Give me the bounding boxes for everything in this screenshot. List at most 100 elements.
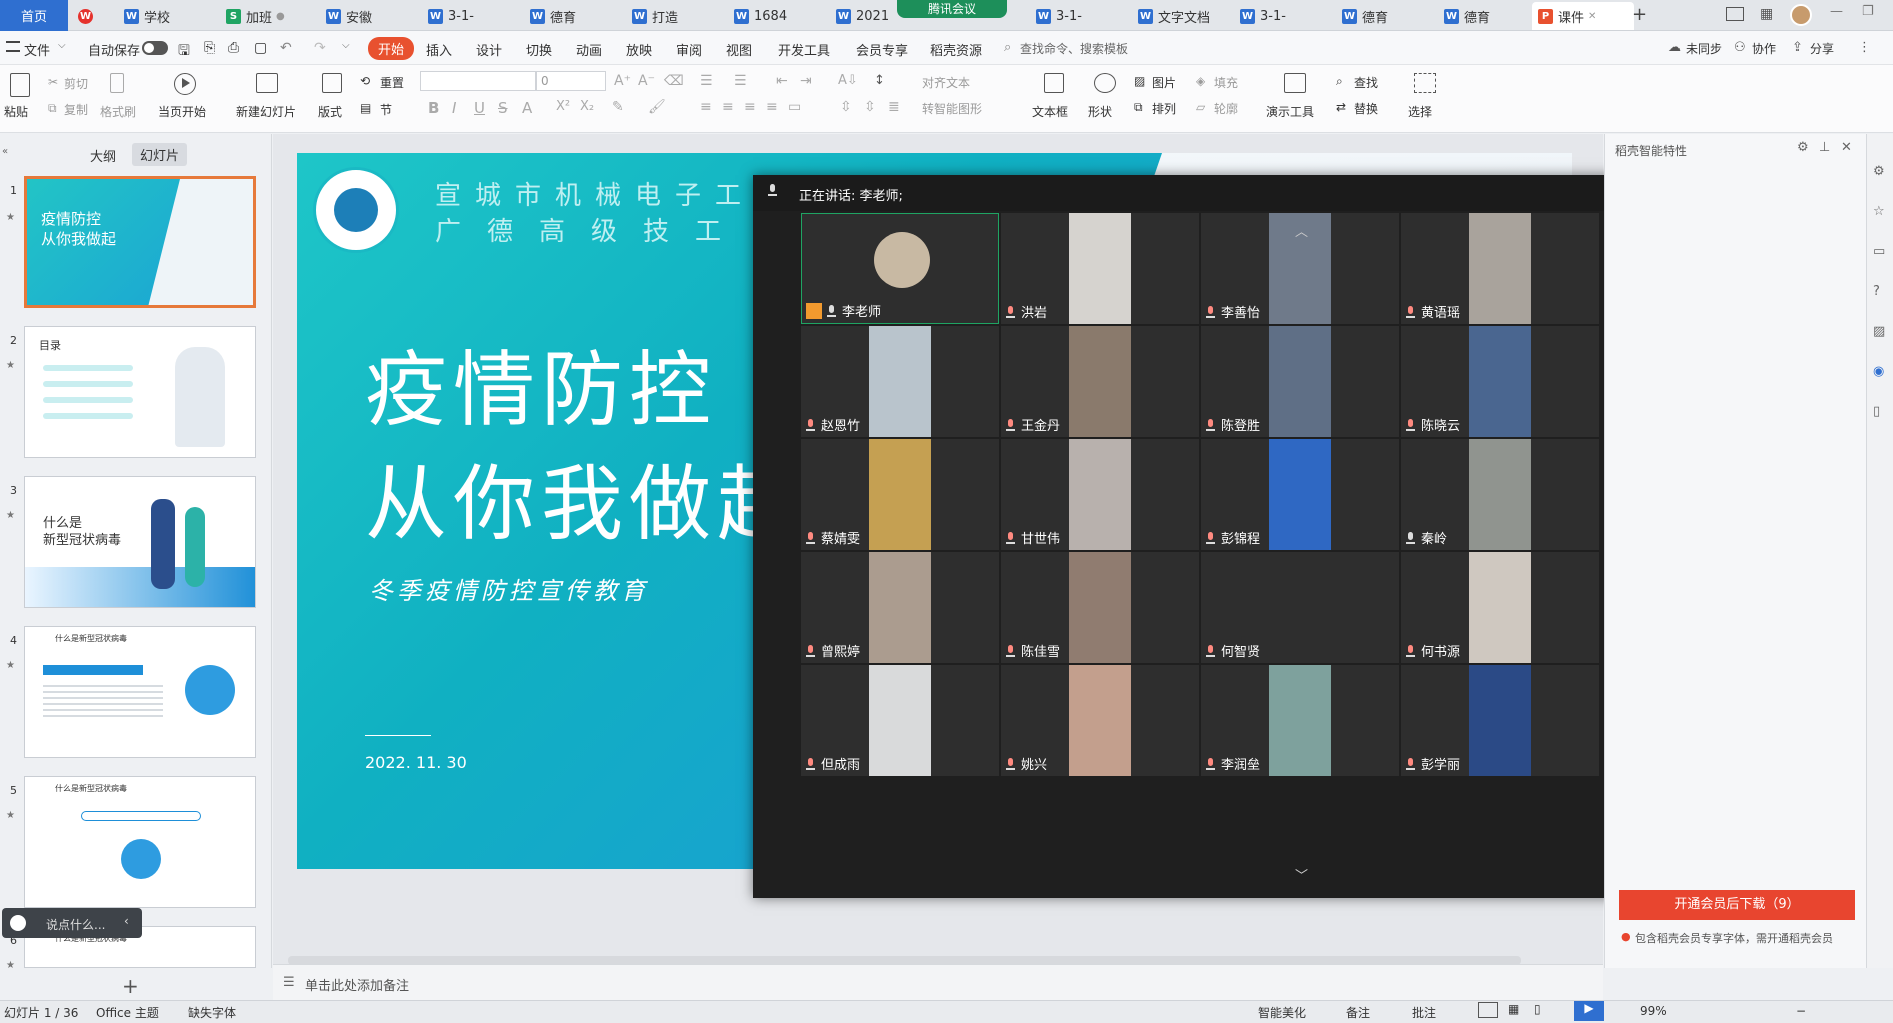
menu-slideshow[interactable]: 放映 bbox=[626, 40, 652, 59]
bullet-list-icon[interactable]: ☰ bbox=[700, 73, 713, 89]
replace-button[interactable]: 替换 bbox=[1354, 100, 1378, 117]
shape-button[interactable]: 形状 bbox=[1088, 103, 1112, 120]
chevron-left-icon[interactable]: ‹ bbox=[124, 914, 129, 928]
participant-tile[interactable]: 王金丹 bbox=[1001, 326, 1199, 437]
paragraph-spacing-icon[interactable]: ⇳ bbox=[840, 99, 852, 115]
strikethrough-icon[interactable]: S bbox=[498, 99, 508, 117]
menu-devtools[interactable]: 开发工具 bbox=[778, 40, 830, 59]
collapse-icon[interactable]: « bbox=[2, 146, 8, 157]
chat-input-overlay[interactable]: 说点什么... ‹ bbox=[2, 908, 142, 938]
property-icon[interactable]: ⚙ bbox=[1873, 164, 1885, 179]
align-text-button[interactable]: 对齐文本 bbox=[922, 74, 970, 91]
menu-animation[interactable]: 动画 bbox=[576, 40, 602, 59]
outline-button[interactable]: 轮廓 bbox=[1214, 100, 1238, 117]
copy-button[interactable]: 复制 bbox=[64, 101, 88, 118]
tab-slides[interactable]: 幻灯片 bbox=[132, 143, 188, 166]
export-icon[interactable]: ⎘ bbox=[204, 40, 215, 56]
select-button[interactable]: 选择 bbox=[1408, 103, 1432, 120]
paste-icon[interactable] bbox=[10, 73, 30, 97]
participant-tile[interactable]: 陈登胜 bbox=[1201, 326, 1399, 437]
chat-input[interactable]: 说点什么... bbox=[46, 916, 105, 933]
align-right-icon[interactable]: ≡ bbox=[744, 99, 756, 115]
menu-vip[interactable]: 会员专享 bbox=[856, 40, 908, 59]
participant-tile[interactable]: 姚兴 bbox=[1001, 665, 1199, 776]
notes-placeholder[interactable]: 单击此处添加备注 bbox=[305, 975, 409, 994]
autosave-toggle[interactable] bbox=[142, 41, 168, 55]
arrange-button[interactable]: 排列 bbox=[1152, 100, 1176, 117]
slide-thumbnail-3[interactable]: 什么是 新型冠状病毒 bbox=[24, 476, 256, 608]
chevron-down-icon[interactable]: ⌵ bbox=[58, 40, 66, 51]
beautify-button[interactable]: 智能美化 bbox=[1258, 1004, 1306, 1021]
tab-doc[interactable]: W 1684 bbox=[728, 2, 828, 30]
smartart-button[interactable]: 转智能图形 bbox=[922, 100, 982, 117]
participant-tile[interactable]: 彭锦程 bbox=[1201, 439, 1399, 550]
scroll-down-icon[interactable]: ﹀ bbox=[1295, 865, 1308, 884]
gear-icon[interactable]: ⚙ bbox=[1797, 140, 1809, 155]
slide-thumbnail-4[interactable]: 什么是新型冠状病毒 bbox=[24, 626, 256, 758]
print-icon[interactable]: ⎙ bbox=[228, 40, 239, 56]
outdent-icon[interactable]: ⇥ bbox=[800, 73, 812, 89]
share-button[interactable]: 分享 bbox=[1810, 40, 1834, 57]
grid-view-icon[interactable]: ▦ bbox=[1508, 1002, 1519, 1016]
superscript-icon[interactable]: X² bbox=[556, 99, 570, 114]
decrease-font-icon[interactable]: A⁻ bbox=[638, 73, 655, 89]
line-spacing-menu-icon[interactable]: ≣ bbox=[888, 99, 900, 115]
hamburger-icon[interactable] bbox=[6, 41, 20, 52]
tab-doc[interactable]: W 文字文档 bbox=[1132, 2, 1232, 30]
slide-thumbnail-5[interactable]: 什么是新型冠状病毒 bbox=[24, 776, 256, 908]
undo-icon[interactable]: ↶ bbox=[280, 40, 292, 56]
menu-resources[interactable]: 稻壳资源 bbox=[930, 40, 982, 59]
chevron-down-icon[interactable]: ⌵ bbox=[342, 40, 350, 51]
format-painter-button[interactable]: 格式刷 bbox=[100, 103, 136, 120]
tab-doc[interactable]: W 德育 bbox=[1438, 2, 1528, 30]
slide-thumbnail-2[interactable]: 目录 bbox=[24, 326, 256, 458]
cut-button[interactable]: 剪切 bbox=[64, 75, 88, 92]
text-effect-icon[interactable]: ✎ bbox=[612, 99, 624, 115]
notes-area[interactable]: ☰ 单击此处添加备注 bbox=[273, 964, 1603, 1000]
justify-icon[interactable]: ≡ bbox=[766, 99, 778, 115]
tab-outline[interactable]: 大纲 bbox=[90, 146, 116, 165]
help-icon[interactable]: ? bbox=[1873, 284, 1880, 299]
reading-view-icon[interactable]: ▯ bbox=[1534, 1002, 1541, 1016]
menu-insert[interactable]: 插入 bbox=[426, 40, 452, 59]
picture-button[interactable]: 图片 bbox=[1152, 74, 1176, 91]
italic-icon[interactable]: I bbox=[452, 99, 456, 117]
participant-tile[interactable]: 彭学丽 bbox=[1401, 665, 1599, 776]
notes-toggle[interactable]: 备注 bbox=[1346, 1004, 1370, 1021]
present-tools-button[interactable]: 演示工具 bbox=[1266, 103, 1314, 120]
participant-tile[interactable]: 李润垒 bbox=[1201, 665, 1399, 776]
tab-doc[interactable]: W 德育 bbox=[524, 2, 624, 30]
missing-font-button[interactable]: 缺失字体 bbox=[188, 1004, 236, 1021]
align-left-icon[interactable]: ≡ bbox=[700, 99, 712, 115]
window-mode-icon[interactable] bbox=[1726, 7, 1744, 21]
reset-button[interactable]: 重置 bbox=[380, 74, 404, 91]
scroll-up-icon[interactable]: ︿ bbox=[1295, 221, 1308, 240]
clear-format-icon[interactable]: ⌫ bbox=[664, 73, 684, 89]
tab-doc[interactable]: W 学校 bbox=[118, 2, 218, 30]
preview-icon[interactable]: ▢ bbox=[254, 40, 267, 56]
book-icon[interactable]: ▯ bbox=[1873, 404, 1880, 419]
new-tab-icon[interactable]: + bbox=[1632, 4, 1647, 25]
restore-icon[interactable]: ❐ bbox=[1862, 4, 1874, 19]
tab-doc[interactable]: W 2021 bbox=[830, 2, 900, 30]
font-color-icon[interactable]: A bbox=[522, 99, 532, 117]
line-spacing-icon[interactable]: ↕ bbox=[874, 73, 885, 88]
comment-toggle[interactable]: 批注 bbox=[1412, 1004, 1436, 1021]
minimize-icon[interactable]: — bbox=[1830, 4, 1843, 19]
menu-design[interactable]: 设计 bbox=[476, 40, 502, 59]
participant-tile[interactable]: 但成雨 bbox=[801, 665, 999, 776]
meeting-share-pill[interactable]: 腾讯会议 bbox=[897, 0, 1007, 18]
section-button[interactable]: 节 bbox=[380, 101, 392, 118]
animation-icon[interactable]: ☆ bbox=[1873, 204, 1885, 219]
participant-tile[interactable]: 赵恩竹 bbox=[801, 326, 999, 437]
emoji-icon[interactable] bbox=[10, 915, 26, 931]
zoom-level[interactable]: 99% bbox=[1640, 1004, 1667, 1018]
participant-tile[interactable]: 曾熙婷 bbox=[801, 552, 999, 663]
distribute-icon[interactable]: ▭ bbox=[788, 99, 801, 115]
participant-tile[interactable]: 李老师 bbox=[801, 213, 999, 324]
download-button[interactable]: 开通会员后下载（9） bbox=[1619, 890, 1855, 920]
docer-icon[interactable]: ◉ bbox=[1873, 364, 1884, 379]
increase-font-icon[interactable]: A⁺ bbox=[614, 73, 631, 89]
participant-tile[interactable]: 何智贤 bbox=[1201, 552, 1399, 663]
menu-view[interactable]: 视图 bbox=[726, 40, 752, 59]
